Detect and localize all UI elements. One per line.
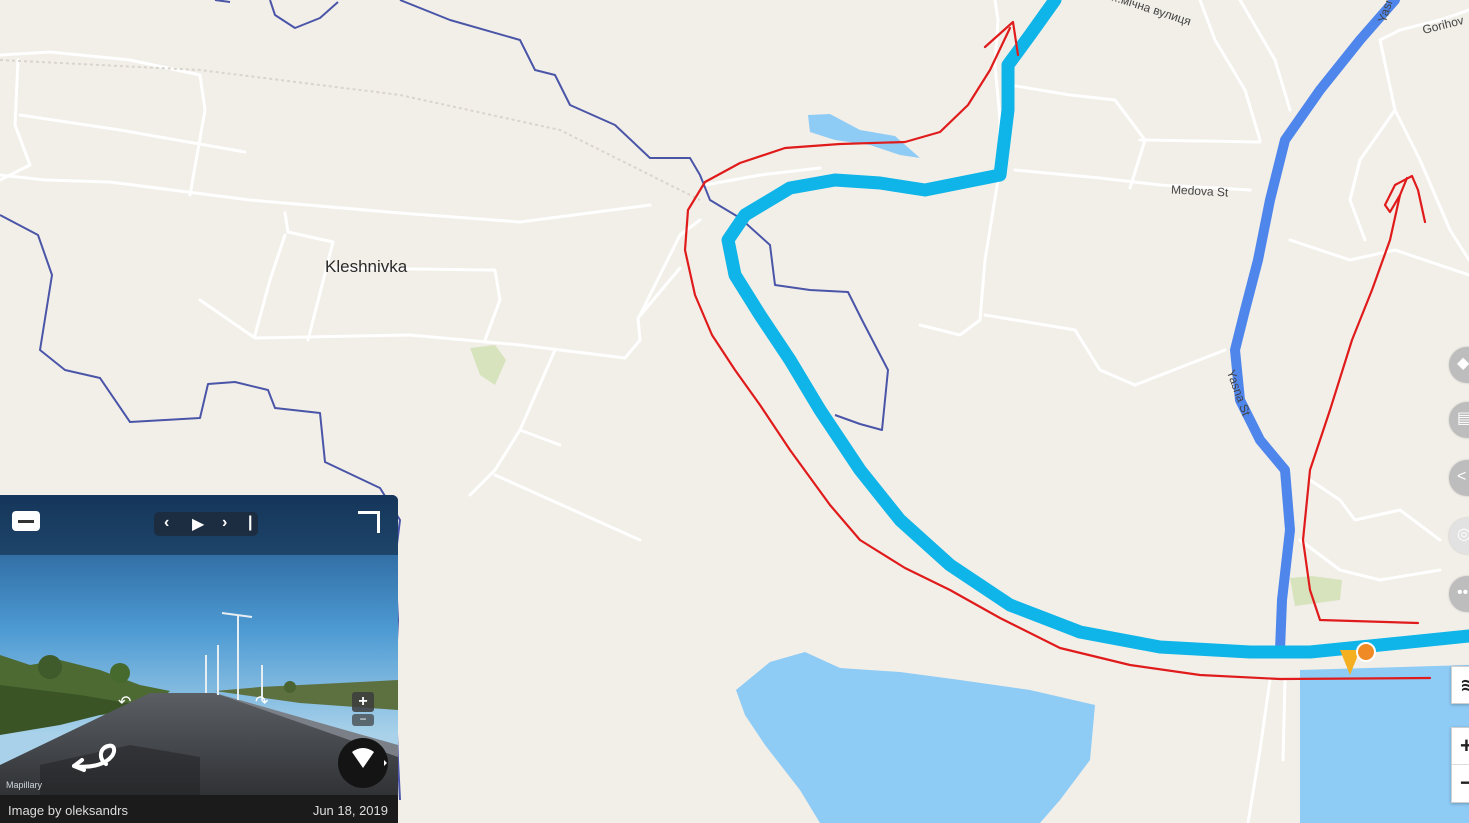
share-icon: < bbox=[1457, 468, 1467, 485]
tag-icon: ◆ bbox=[1457, 355, 1469, 372]
viewer-zoom-out-button[interactable]: − bbox=[352, 713, 374, 726]
more-icon: •• bbox=[1457, 584, 1469, 601]
expand-button[interactable] bbox=[358, 511, 380, 533]
layers-button[interactable]: ≋ bbox=[1451, 666, 1469, 704]
park-area bbox=[470, 345, 506, 385]
park-area-east bbox=[1290, 576, 1342, 606]
uturn-arrow-icon[interactable] bbox=[70, 740, 124, 774]
water-reservoir-east bbox=[1300, 665, 1469, 823]
next-button[interactable]: › bbox=[222, 514, 227, 532]
image-credit[interactable]: Image by oleksandrs bbox=[8, 803, 128, 818]
railway bbox=[0, 59, 701, 201]
compass-direction-icon bbox=[352, 748, 387, 768]
admin-boundary-north-2 bbox=[214, 0, 231, 3]
mapillary-watermark: Mapillary bbox=[6, 780, 43, 790]
zoom-out-button[interactable]: − bbox=[1452, 764, 1469, 801]
turn-right-arrow-icon[interactable]: ↷ bbox=[255, 692, 268, 712]
viewer-compass[interactable] bbox=[338, 738, 388, 788]
prev-button[interactable]: ‹ bbox=[164, 514, 169, 532]
viewer-zoom-in-button[interactable]: + bbox=[352, 692, 374, 712]
water-pond-north bbox=[808, 114, 920, 158]
sequence-controls: ‹ ▶ › | bbox=[154, 512, 258, 536]
zoom-control: + − bbox=[1451, 727, 1469, 803]
minimize-button[interactable] bbox=[12, 511, 40, 531]
turn-left-arrow-icon[interactable]: ↶ bbox=[118, 692, 131, 712]
comment-icon: ▤ bbox=[1457, 410, 1469, 427]
play-button[interactable]: ▶ bbox=[192, 514, 204, 534]
layers-icon: ≋ bbox=[1460, 675, 1469, 695]
street-viewer[interactable]: Mapillary ‹ ▶ › | ↶ ↷ + − Image by oleks… bbox=[0, 495, 398, 823]
image-date: Jun 18, 2019 bbox=[312, 803, 388, 818]
viewer-footer: Image by oleksandrs Jun 18, 2019 bbox=[0, 795, 398, 823]
zoom-in-button[interactable]: + bbox=[1452, 728, 1469, 764]
water-lake-south bbox=[736, 652, 1095, 823]
compass-icon: ◎ bbox=[1457, 526, 1469, 543]
end-button[interactable]: | bbox=[248, 514, 252, 532]
road-label-medova: Medova St bbox=[1170, 182, 1229, 200]
place-label-kleshnivka: Kleshnivka bbox=[325, 257, 408, 276]
position-marker[interactable] bbox=[1356, 642, 1376, 662]
minimize-icon bbox=[18, 520, 34, 523]
